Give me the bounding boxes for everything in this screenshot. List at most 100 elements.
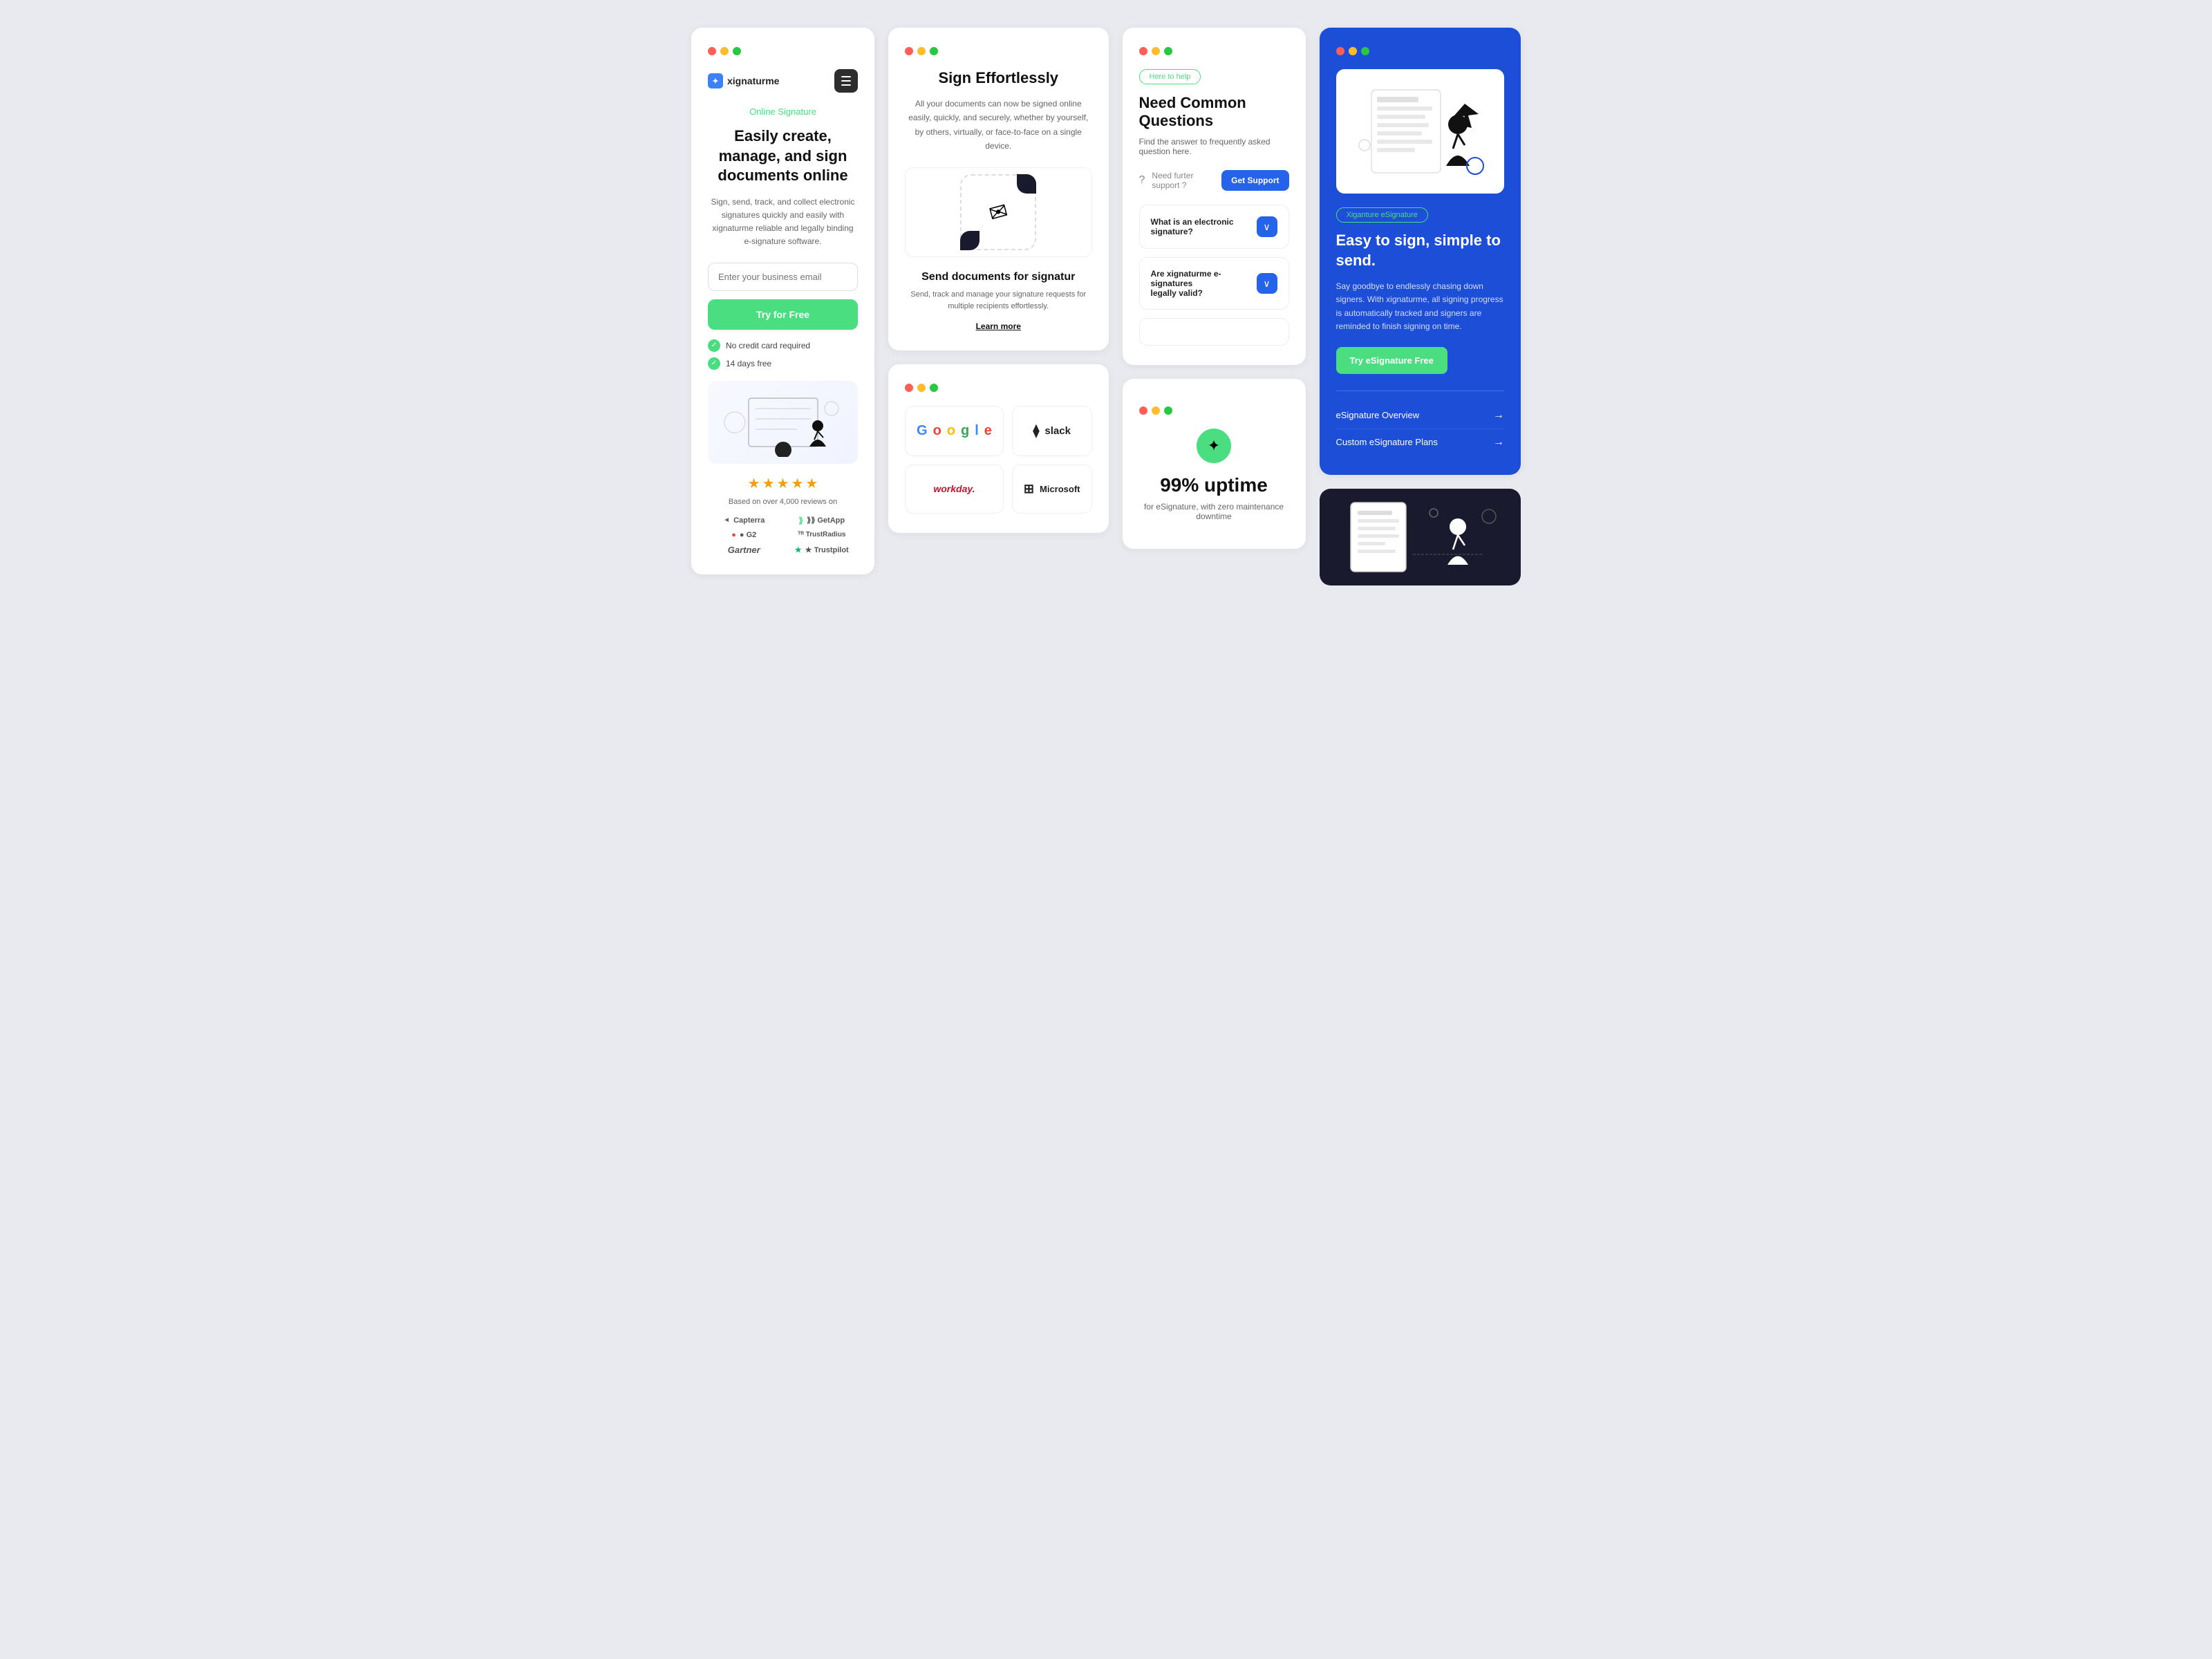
support-icon: ?	[1139, 174, 1145, 187]
traffic-lights-3	[905, 384, 1092, 392]
page-wrapper: ✦ xignaturme Online Signature Easily cre…	[691, 28, 1521, 585]
tl-yellow-6	[1349, 47, 1357, 55]
column-2: Sign Effortlessly All your documents can…	[888, 28, 1109, 533]
slack-label: slack	[1044, 425, 1071, 437]
esig-overview-link[interactable]: eSignature Overview →	[1336, 402, 1505, 429]
tl-red-2	[905, 47, 913, 55]
bottom-illustration-card	[1320, 489, 1521, 585]
blue-desc: Say goodbye to endlessly chasing down si…	[1336, 280, 1505, 333]
faq-card: Here to help Need Common Questions Find …	[1123, 28, 1306, 365]
integration-google: G o o g l e	[905, 406, 1004, 456]
esig-overview-arrow: →	[1493, 409, 1504, 422]
sign-illustration: ✉	[905, 167, 1092, 257]
brand-name: xignaturme	[727, 75, 779, 86]
stars-row: ★ ★ ★ ★ ★	[708, 475, 858, 492]
faq-item-2[interactable]: Are xignaturme e-signatureslegally valid…	[1139, 257, 1289, 310]
custom-plans-text: Custom eSignature Plans	[1336, 437, 1438, 447]
blue-illustration-svg	[1351, 76, 1489, 187]
email-input[interactable]	[708, 263, 858, 291]
custom-plans-link[interactable]: Custom eSignature Plans →	[1336, 429, 1505, 456]
sign-title: Sign Effortlessly	[905, 69, 1092, 87]
menu-line-3	[841, 84, 851, 86]
tl-red-4	[1139, 47, 1147, 55]
send-docs-desc: Send, track and manage your signature re…	[905, 289, 1092, 313]
star-5: ★	[805, 475, 818, 492]
check-icon-2: ✓	[708, 357, 720, 370]
faq-chevron-2[interactable]: ∨	[1257, 273, 1277, 294]
try-for-free-button[interactable]: Try for Free	[708, 299, 858, 330]
here-badge: Here to help	[1139, 69, 1201, 84]
tl-yellow-5	[1152, 406, 1160, 415]
learn-more-link[interactable]: Learn more	[905, 321, 1092, 331]
check-icon-1: ✓	[708, 339, 720, 352]
paper-plane-box: ✉	[960, 174, 1036, 250]
traffic-lights-4	[1139, 47, 1289, 55]
integration-slack: ⧫ slack	[1012, 406, 1092, 456]
free-days-text: 14 days free	[726, 359, 771, 368]
traffic-lights-1	[708, 47, 858, 55]
no-credit-text: No credit card required	[726, 341, 810, 350]
integrations-grid: G o o g l e ⧫ slack workday. ⊞ Microsoft	[905, 406, 1092, 514]
tl-yellow-3	[917, 384, 926, 392]
uptime-card: ✦ 99% uptime for eSignature, with zero m…	[1123, 379, 1306, 549]
faq-chevron-1[interactable]: ∨	[1257, 216, 1277, 237]
support-text: Need furter support ?	[1152, 171, 1215, 190]
try-esig-button[interactable]: Try eSignature Free	[1336, 347, 1447, 374]
integration-microsoft: ⊞ Microsoft	[1012, 465, 1092, 514]
get-support-button[interactable]: Get Support	[1221, 170, 1288, 191]
tl-green	[733, 47, 741, 55]
tl-green-5	[1164, 406, 1172, 415]
tl-green-3	[930, 384, 938, 392]
traffic-lights-5	[1139, 406, 1172, 415]
logo-capterra: Capterra	[708, 516, 780, 525]
integrations-card: G o o g l e ⧫ slack workday. ⊞ Microsoft	[888, 364, 1109, 533]
check-free-days: ✓ 14 days free	[708, 357, 858, 370]
column-1: ✦ xignaturme Online Signature Easily cre…	[691, 28, 874, 574]
tl-yellow-2	[917, 47, 926, 55]
star-2: ★	[762, 475, 775, 492]
star-1: ★	[748, 475, 760, 492]
hero-illustration	[708, 381, 858, 464]
traffic-lights-2	[905, 47, 1092, 55]
logo-g2: ● G2	[708, 531, 780, 539]
faq-q-1: What is an electronicsignature?	[1151, 217, 1257, 236]
tl-yellow	[720, 47, 729, 55]
blue-illustration	[1336, 69, 1505, 194]
uptime-icon: ✦	[1197, 429, 1231, 463]
review-text: Based on over 4,000 reviews on	[708, 498, 858, 506]
logo-trustradius: ᵀᴿ TrustRadius	[786, 531, 859, 539]
menu-button[interactable]	[834, 69, 858, 93]
faq-q-2: Are xignaturme e-signatureslegally valid…	[1151, 269, 1257, 298]
menu-line-2	[841, 80, 851, 82]
column-4: Xiganture eSignature Easy to sign, simpl…	[1320, 28, 1521, 585]
menu-line-1	[841, 76, 851, 77]
xig-badge: Xiganture eSignature	[1336, 207, 1428, 223]
logo-gartner: Gartner	[708, 545, 780, 555]
plane-icon: ✉	[986, 197, 1011, 227]
brand-row: ✦ xignaturme	[708, 69, 858, 93]
integration-workday: workday.	[905, 465, 1004, 514]
blue-title: Easy to sign, simple to send.	[1336, 231, 1505, 270]
faq-title: Need Common Questions	[1139, 94, 1289, 130]
tl-red-5	[1139, 406, 1147, 415]
hero-card: ✦ xignaturme Online Signature Easily cre…	[691, 28, 874, 574]
check-no-credit: ✓ No credit card required	[708, 339, 858, 352]
sign-card: Sign Effortlessly All your documents can…	[888, 28, 1109, 350]
traffic-lights-6	[1336, 47, 1505, 55]
custom-plans-arrow: →	[1493, 436, 1504, 449]
hero-svg	[714, 388, 852, 457]
blue-card: Xiganture eSignature Easy to sign, simpl…	[1320, 28, 1521, 475]
sign-desc: All your documents can now be signed onl…	[905, 97, 1092, 153]
star-4: ★	[791, 475, 803, 492]
uptime-percent: 99% uptime	[1160, 474, 1268, 496]
column-3: Here to help Need Common Questions Find …	[1123, 28, 1306, 549]
microsoft-icon: ⊞	[1024, 482, 1034, 496]
slack-icon: ⧫	[1033, 424, 1039, 438]
tl-red-3	[905, 384, 913, 392]
logo-trustpilot: ★ Trustpilot	[786, 545, 859, 555]
faq-item-1[interactable]: What is an electronicsignature? ∨	[1139, 205, 1289, 249]
hero-title: Easily create, manage, and sign document…	[708, 126, 858, 186]
tl-green-6	[1361, 47, 1369, 55]
microsoft-label: Microsoft	[1040, 484, 1080, 494]
faq-item-partial	[1139, 318, 1289, 346]
